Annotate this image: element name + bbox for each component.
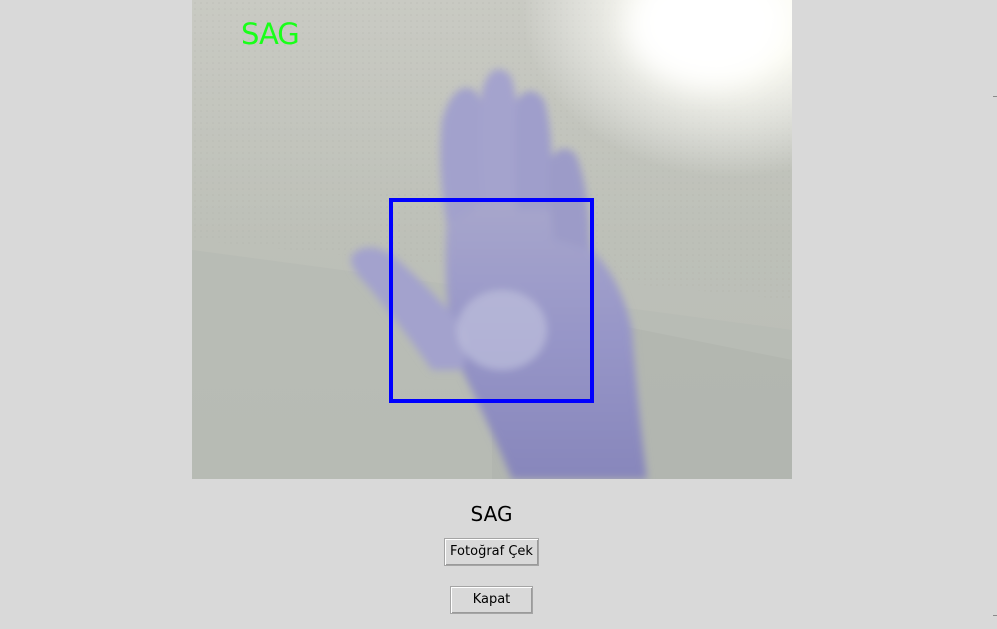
close-button[interactable]: Kapat xyxy=(450,586,533,614)
prediction-label: SAG xyxy=(470,502,513,526)
capture-photo-button[interactable]: Fotoğraf Çek xyxy=(444,538,539,566)
camera-feed: SAG xyxy=(192,0,792,479)
region-of-interest-box xyxy=(389,198,594,403)
background-window-edge xyxy=(993,615,997,616)
background-window-link-fragment xyxy=(991,298,997,312)
background-window-edge xyxy=(993,96,997,97)
overlay-prediction-text: SAG xyxy=(241,17,300,51)
app-window: SAG SAG Fotoğraf Çek Kapat xyxy=(0,0,997,629)
